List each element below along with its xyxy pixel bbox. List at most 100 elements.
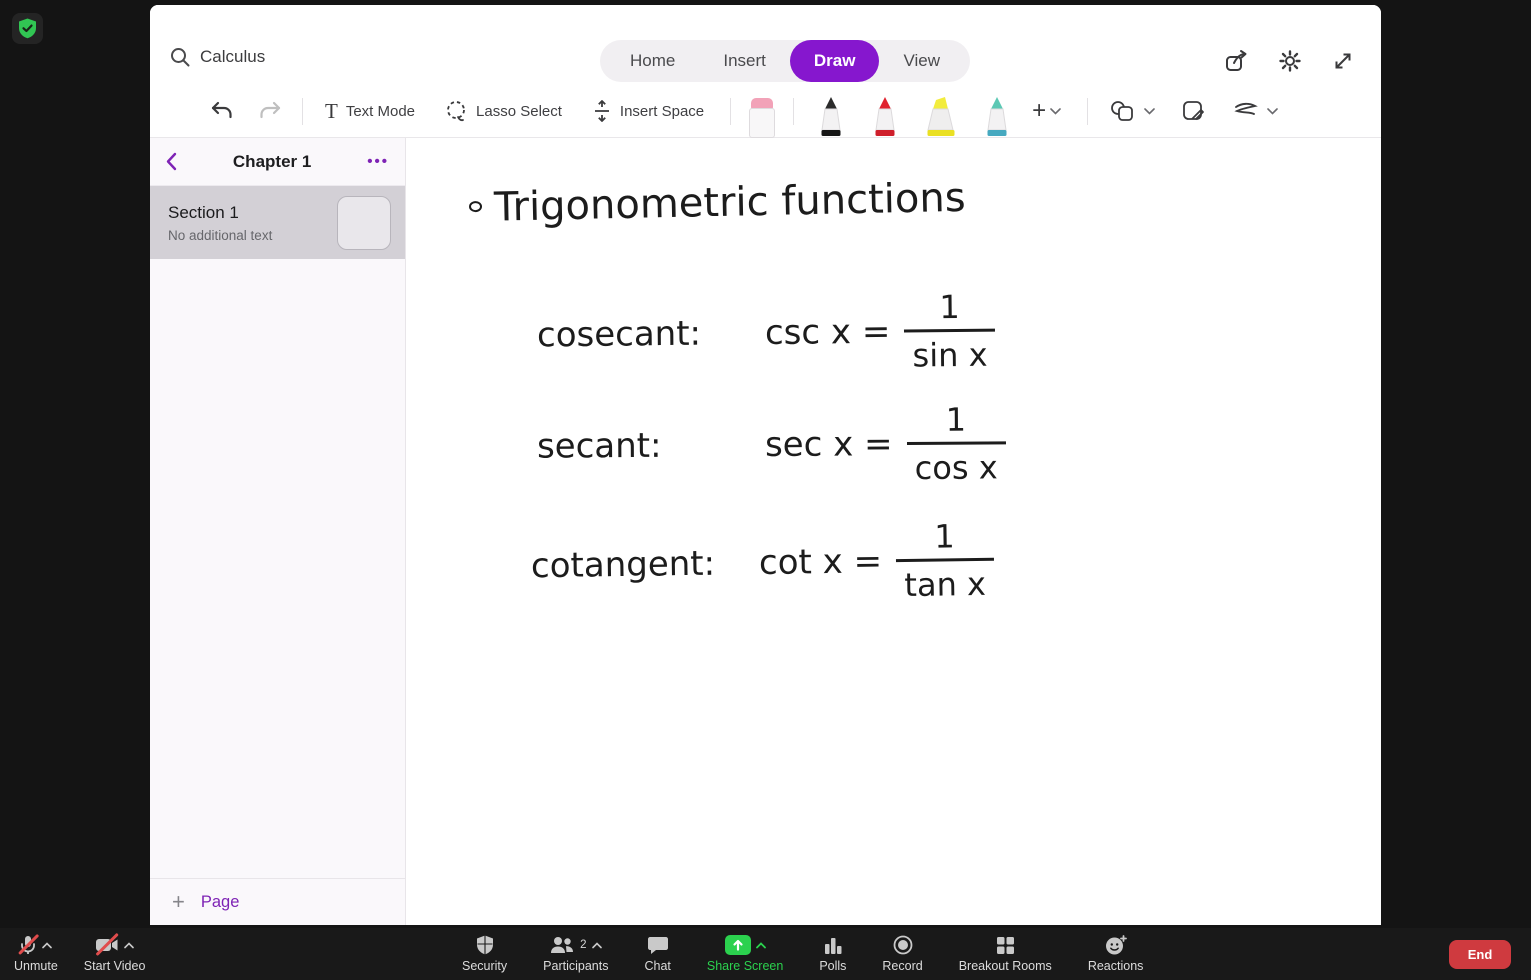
breakout-rooms-button[interactable]: Breakout Rooms	[959, 936, 1052, 973]
eraser-tool[interactable]	[749, 85, 776, 138]
formula-lhs: cot x =	[758, 541, 883, 584]
fraction-denominator: sin x	[904, 328, 996, 375]
participants-count: 2	[580, 939, 587, 951]
more-options-icon[interactable]: •••	[367, 153, 389, 170]
reactions-button[interactable]: Reactions	[1088, 935, 1143, 973]
yellow-highlighter-tool[interactable]	[922, 85, 960, 138]
back-chevron-icon[interactable]	[166, 152, 177, 171]
formula-row-cotangent: cotangent: cot x = 1 tan x	[530, 517, 995, 609]
insert-space-label: Insert Space	[619, 102, 705, 120]
ink-to-shape-button[interactable]	[1181, 99, 1205, 123]
chevron-up-icon[interactable]	[755, 941, 766, 949]
toolbar-divider	[730, 97, 732, 125]
teal-pen-icon	[987, 96, 1007, 136]
chevron-down-icon	[1267, 107, 1278, 115]
mic-muted-icon	[18, 933, 40, 955]
add-page-label: Page	[200, 892, 240, 911]
insert-space-button[interactable]: Insert Space	[592, 99, 704, 123]
red-pen-tool[interactable]	[868, 85, 902, 138]
tab-view[interactable]: View	[879, 40, 964, 82]
security-button[interactable]: Security	[462, 935, 507, 973]
text-mode-button[interactable]: T Text Mode	[325, 99, 415, 124]
fraction-numerator: 1	[934, 517, 955, 556]
formula-fraction: 1 tan x	[895, 517, 995, 605]
zoom-meeting-toolbar: Unmute Start Video Security 2 Participan…	[0, 928, 1531, 980]
unmute-button[interactable]: Unmute	[14, 933, 58, 973]
handwritten-title-row: Trigonometric functions	[468, 175, 966, 231]
plus-icon: +	[1032, 97, 1047, 124]
chat-button[interactable]: Chat	[644, 936, 671, 973]
reactions-smiley-icon	[1105, 935, 1127, 955]
chevron-up-icon[interactable]	[124, 941, 134, 949]
participants-button[interactable]: 2 Participants	[543, 935, 608, 973]
chevron-up-icon[interactable]	[42, 941, 53, 949]
formula-name: cosecant:	[536, 313, 702, 356]
record-button[interactable]: Record	[882, 935, 923, 973]
section-title: Section 1	[168, 202, 239, 222]
polls-button[interactable]: Polls	[819, 936, 846, 973]
section-text: Section 1 No additional text	[168, 203, 337, 243]
search-icon	[171, 48, 190, 67]
teal-pen-tool[interactable]	[980, 85, 1014, 138]
note-pen-icon	[1183, 101, 1205, 121]
share-icon[interactable]	[1224, 49, 1249, 73]
security-label: Security	[462, 959, 508, 973]
expand-icon[interactable]	[1331, 49, 1355, 73]
section-subtitle: No additional text	[168, 227, 273, 243]
fraction-numerator: 1	[939, 287, 960, 327]
ink-squiggle-icon	[1234, 102, 1258, 115]
fraction-denominator: tan x	[896, 557, 995, 605]
unmute-label: Unmute	[14, 959, 58, 973]
add-page-button[interactable]: + Page	[150, 878, 405, 925]
bullet-icon	[468, 200, 483, 213]
ink-effects-button[interactable]	[1233, 102, 1278, 120]
formula-lhs: csc x =	[764, 311, 891, 354]
insert-space-icon	[594, 100, 609, 122]
undo-icon[interactable]	[210, 100, 234, 122]
page-thumbnail[interactable]	[337, 195, 391, 250]
note-canvas[interactable]: Trigonometric functions cosecant: csc x …	[407, 138, 1381, 925]
search-box[interactable]: Calculus	[170, 47, 265, 67]
chevron-up-icon[interactable]	[591, 941, 602, 949]
plus-icon: +	[172, 889, 185, 914]
formula-row-cosecant: cosecant: csc x = 1 sin x	[537, 288, 996, 379]
polls-bars-icon	[824, 937, 842, 954]
pages-sidebar: Chapter 1 ••• Section 1 No additional te…	[150, 138, 406, 925]
section-list-item[interactable]: Section 1 No additional text	[150, 186, 405, 259]
black-pen-tool[interactable]	[814, 85, 848, 138]
shield-check-icon	[19, 18, 36, 39]
yellow-highlighter-icon	[927, 96, 955, 136]
draw-toolbar: T Text Mode Lasso Select Insert Space +	[150, 85, 1381, 138]
share-screen-button[interactable]: Share Screen	[707, 935, 783, 973]
end-meeting-button[interactable]: End	[1449, 940, 1511, 969]
breakout-rooms-grid-icon	[996, 936, 1014, 954]
tab-home[interactable]: Home	[606, 40, 699, 82]
sidebar-header: Chapter 1 •••	[150, 138, 405, 186]
tab-draw[interactable]: Draw	[789, 40, 880, 82]
chevron-down-icon	[1144, 107, 1155, 115]
add-pen-button[interactable]: +	[1032, 97, 1061, 125]
security-shield-icon	[476, 935, 493, 955]
toolbar-divider	[793, 97, 795, 125]
camera-off-icon	[95, 932, 119, 956]
notebook-app-window: Calculus Home Insert Draw View T Text Mo…	[150, 5, 1381, 925]
participants-label: Participants	[543, 959, 609, 973]
lasso-select-button[interactable]: Lasso Select	[445, 100, 562, 123]
record-circle-icon	[893, 935, 912, 955]
redo-icon[interactable]	[258, 100, 282, 122]
zoom-center-controls: Security 2 Participants Chat Share Scree…	[462, 928, 1143, 980]
formula-name: secant:	[536, 425, 662, 467]
tab-insert[interactable]: Insert	[699, 40, 790, 82]
chevron-down-icon	[1050, 107, 1061, 115]
app-top-bar: Calculus Home Insert Draw View	[150, 5, 1381, 85]
lasso-icon	[447, 100, 465, 121]
shapes-button[interactable]	[1110, 100, 1155, 122]
lasso-select-label: Lasso Select	[476, 102, 562, 120]
polls-label: Polls	[819, 958, 847, 973]
black-pen-icon	[821, 96, 841, 136]
ribbon-tabs: Home Insert Draw View	[600, 40, 971, 82]
red-pen-icon	[875, 96, 895, 136]
share-screen-icon	[724, 935, 751, 955]
start-video-button[interactable]: Start Video	[84, 932, 145, 973]
settings-gear-icon[interactable]	[1278, 49, 1302, 73]
